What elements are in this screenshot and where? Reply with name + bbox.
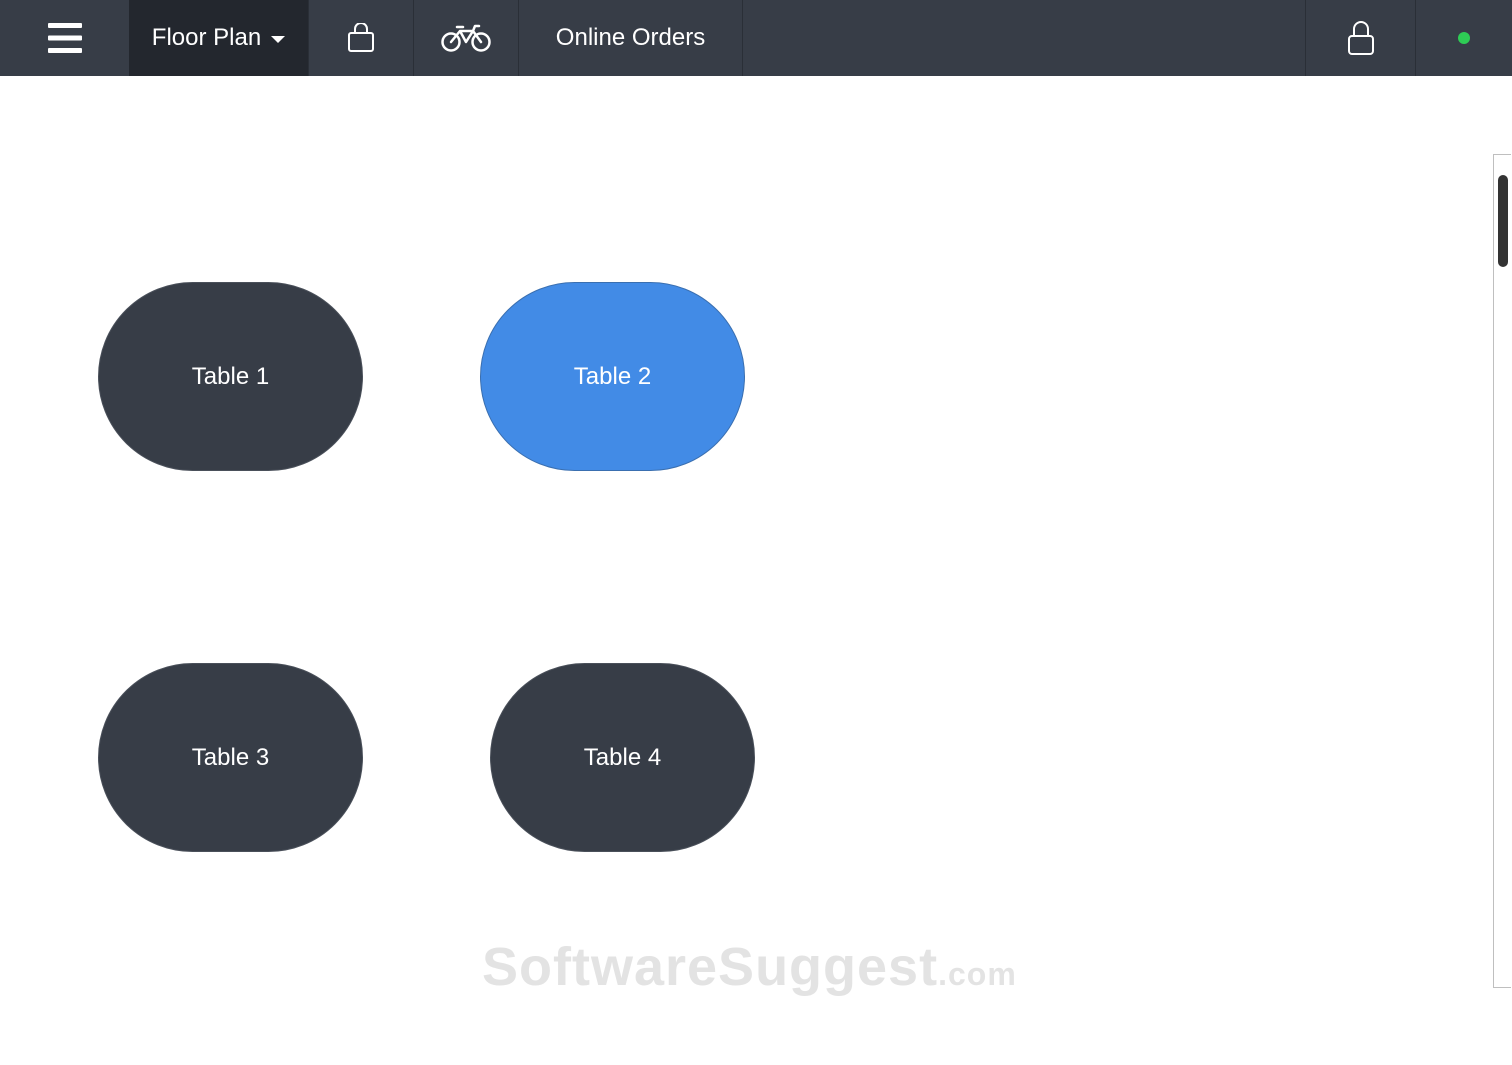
lock-icon <box>1347 21 1374 55</box>
connection-status <box>1416 0 1512 76</box>
table-3[interactable]: Table 3 <box>98 663 363 852</box>
bicycle-icon <box>441 24 491 52</box>
floor-plan-dropdown[interactable]: Floor Plan <box>129 0 309 76</box>
table-4[interactable]: Table 4 <box>490 663 755 852</box>
floor-plan-canvas: Table 1 Table 2 Table 3 Table 4 <box>0 76 1512 1065</box>
table-1[interactable]: Table 1 <box>98 282 363 471</box>
lock-button[interactable] <box>1306 0 1416 76</box>
orders-bag-button[interactable] <box>309 0 414 76</box>
table-label: Table 2 <box>573 362 652 390</box>
table-2[interactable]: Table 2 <box>480 282 745 471</box>
floor-plan-label: Floor Plan <box>151 24 262 51</box>
scrollbar-thumb[interactable] <box>1498 175 1508 267</box>
hamburger-menu-icon <box>47 23 82 53</box>
vertical-scrollbar[interactable] <box>1493 154 1511 988</box>
status-dot-icon <box>1458 32 1470 44</box>
menu-button[interactable] <box>0 0 129 76</box>
watermark-suffix: .com <box>938 956 1017 992</box>
delivery-button[interactable] <box>414 0 519 76</box>
table-label: Table 1 <box>191 362 270 390</box>
caret-down-icon <box>271 35 286 43</box>
table-label: Table 3 <box>191 743 270 771</box>
top-toolbar: Floor Plan Online Orders <box>0 0 1512 76</box>
online-orders-tab[interactable]: Online Orders <box>519 0 743 76</box>
watermark-main: SoftwareSuggest <box>482 937 939 997</box>
watermark: SoftwareSuggest.com <box>482 936 1017 998</box>
shopping-bag-icon <box>348 23 374 52</box>
online-orders-label: Online Orders <box>555 24 706 51</box>
toolbar-spacer <box>743 0 1306 76</box>
table-label: Table 4 <box>583 743 662 771</box>
